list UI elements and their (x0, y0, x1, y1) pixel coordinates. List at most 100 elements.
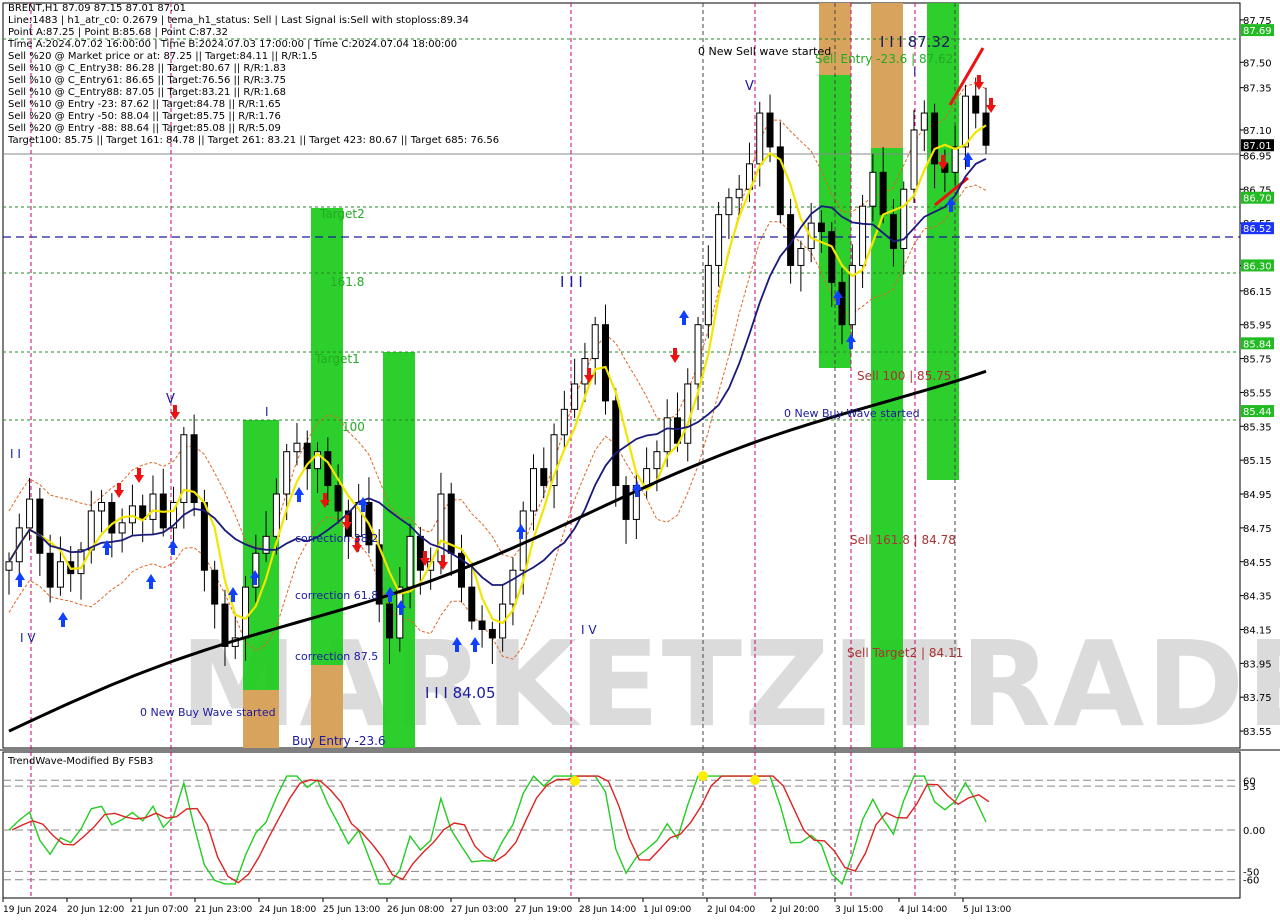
info-line: Sell %10 @ Entry -23: 87.62 || Target:84… (8, 99, 281, 110)
time-tick-label: 27 Jun 03:00 (451, 905, 508, 915)
correction-382-label: correction 38.2 (295, 532, 378, 545)
time-tick-label: 19 Jun 2024 (3, 905, 57, 915)
info-line: BRENT,H1 87.09 87.15 87.01 87.01 (8, 3, 187, 14)
new-buy-wave-label: 0 New Buy Wave started (784, 407, 920, 420)
candle-body (519, 510, 527, 571)
candle-body (108, 501, 116, 534)
candle-body (920, 112, 928, 131)
price-tag-label: 87.01 (1243, 141, 1272, 152)
price-tick-label: 85.55 (1243, 388, 1272, 399)
candle-body (468, 586, 476, 622)
candle-body (653, 451, 661, 470)
candle-body (663, 417, 671, 453)
price-tick-label: 86.95 (1243, 151, 1272, 162)
candle-body (509, 569, 517, 605)
time-tick-label: 1 Jul 09:00 (643, 905, 692, 915)
candle-body (416, 535, 424, 571)
candle-body (766, 112, 774, 148)
time-tick-label: 28 Jun 14:00 (579, 905, 636, 915)
candle-body (828, 231, 836, 283)
candle-body (684, 383, 692, 444)
watermark-text: MARKETZITRADE (180, 615, 1280, 753)
time-tick-label: 2 Jul 04:00 (707, 905, 756, 915)
osc-level-label: 53 (1243, 782, 1256, 793)
wave-iv-label: I V (20, 631, 36, 645)
candle-body (293, 442, 301, 453)
time-tick-label: 24 Jun 18:00 (259, 905, 316, 915)
wave-ii-label: I I (10, 447, 21, 461)
candle-body (242, 586, 250, 639)
wave-v-label: V (745, 79, 754, 94)
new-sell-wave-label: 0 New Sell wave started (698, 45, 831, 58)
candle-body (283, 451, 291, 495)
peak-label: I I I 87.32 (880, 33, 951, 51)
candle-body (272, 493, 280, 537)
price-tick-label: 85.75 (1243, 355, 1272, 366)
candle-body (56, 561, 64, 588)
buy-entry-label: Buy Entry -23.6 (292, 734, 386, 748)
candle-body (77, 549, 85, 575)
sell-entry-label: Sell Entry -23.6 | 87.62 (815, 52, 953, 66)
candle-body (817, 222, 825, 233)
low-label: I I I 84.05 (425, 684, 496, 702)
info-line: Sell %20 @ Entry -50: 88.04 || Target:85… (8, 111, 281, 122)
candle-body (725, 197, 733, 216)
candle-body (961, 95, 969, 148)
candle-body (591, 324, 599, 360)
price-tick-label: 83.95 (1243, 659, 1272, 670)
zone-band (871, 3, 903, 148)
new-buy-wave-label-left: 0 New Buy Wave started (140, 706, 276, 719)
candle-body (560, 408, 568, 436)
sell-1618-label: Sell 161.8 | 84.78 (850, 533, 956, 547)
info-line: Sell %10 @ C_Entry38: 86.28 || Target:80… (8, 63, 287, 74)
info-line: Sell %10 @ C_Entry88: 87.05 || Target:83… (8, 87, 287, 98)
price-tick-label: 84.35 (1243, 592, 1272, 603)
candle-body (386, 603, 394, 639)
time-tick-label: 2 Jul 20:00 (771, 905, 820, 915)
candle-body (982, 112, 990, 146)
candle-body (262, 535, 270, 554)
info-line: Sell %10 @ C_Entry61: 86.65 || Target:76… (8, 75, 287, 86)
candle-body (324, 451, 332, 487)
candle-body (571, 383, 579, 410)
candle-body (972, 95, 980, 114)
price-tick-label: 83.75 (1243, 693, 1272, 704)
candle-body (118, 522, 126, 534)
price-tick-label: 85.95 (1243, 321, 1272, 332)
candle-body (437, 493, 445, 563)
candle-body (951, 146, 959, 173)
candle-body (26, 498, 34, 529)
candle-body (735, 188, 743, 199)
candle-body (622, 485, 630, 520)
candle-body (46, 552, 54, 588)
candle-body (704, 264, 712, 326)
price-tick-label: 87.35 (1243, 84, 1272, 95)
candle-body (488, 628, 496, 639)
candle-body (128, 505, 136, 524)
wave-i-label: I (265, 405, 269, 419)
price-tick-label: 85.35 (1243, 422, 1272, 433)
osc-level-label: -60 (1243, 876, 1259, 887)
candle-body (931, 112, 939, 165)
correction-618-label: correction 61.8 (295, 589, 378, 602)
candle-body (612, 400, 620, 487)
candle-body (36, 498, 44, 554)
target1-label: Target1 (314, 352, 360, 366)
candle-body (859, 205, 867, 266)
info-line: Point A:87.25 | Point B:85.68 | Point C:… (8, 27, 228, 38)
correction-875-label: correction 87.5 (295, 650, 378, 663)
info-line: Sell %20 @ Entry -88: 88.64 || Target:85… (8, 123, 281, 134)
price-tag-label: 87.69 (1243, 26, 1272, 37)
price-tag-label: 85.44 (1243, 407, 1272, 418)
candle-body (478, 620, 486, 630)
candle-body (643, 468, 651, 487)
wave-iv-label-mid: I V (581, 623, 597, 637)
candle-body (211, 569, 219, 605)
osc-dot-marker (698, 771, 708, 781)
info-line: Sell %20 @ Market price or at: 87.25 || … (8, 51, 318, 62)
time-tick-label: 5 Jul 13:00 (963, 905, 1012, 915)
time-tick-label: 3 Jul 15:00 (835, 905, 884, 915)
watermark: MARKETZITRADE (180, 615, 1280, 753)
price-tick-label: 83.55 (1243, 727, 1272, 738)
price-tag-label: 86.30 (1243, 261, 1272, 272)
